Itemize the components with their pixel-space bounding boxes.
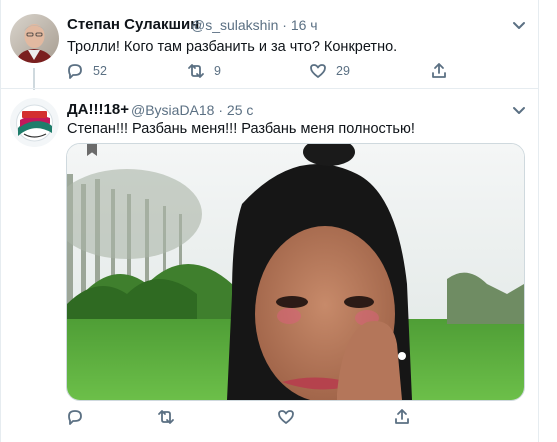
separator-dot: · [218,102,224,118]
reply-button[interactable] [66,408,84,426]
tweet-divider [1,88,538,89]
display-name[interactable]: Степан Сулакшин [67,16,199,33]
timestamp[interactable]: 25 с [227,102,253,118]
like-button[interactable] [277,408,295,426]
thread-connector [33,68,35,90]
more-options-button[interactable] [511,102,527,118]
timeline-left-border [0,0,1,442]
reply-icon [68,64,82,79]
retweet-button[interactable]: 9 [187,62,221,80]
chevron-down-icon [513,22,525,29]
display-name[interactable]: ДА!!!18+ [67,101,129,118]
like-icon [310,64,326,78]
retweet-icon [158,410,174,424]
page-scrollbar[interactable] [539,0,557,442]
like-button[interactable]: 29 [309,62,350,80]
timestamp[interactable]: 16 ч [291,17,318,33]
share-button[interactable] [393,408,411,426]
media-photo [67,144,524,400]
share-icon [432,63,446,78]
like-icon [278,410,294,424]
reply-icon [68,410,82,425]
share-icon [395,409,409,424]
avatar[interactable] [10,14,59,63]
handle[interactable]: @BysiaDA18 · 25 с [131,102,253,118]
retweet-button[interactable] [157,408,175,426]
handle-text[interactable]: @BysiaDA18 [131,102,214,118]
share-button[interactable] [430,62,448,80]
separator-dot: · [282,17,287,33]
handle-text[interactable]: @s_sulakshin [191,17,278,33]
avatar[interactable] [10,98,59,147]
chevron-down-icon [513,107,525,114]
retweet-count: 9 [214,64,221,78]
more-options-button[interactable] [511,17,527,33]
retweet-icon [188,64,204,78]
handle[interactable]: @s_sulakshin · 16 ч [191,17,318,33]
tweet-text: Степан!!! Разбань меня!!! Разбань меня п… [67,121,415,137]
tweet-media-image[interactable] [66,143,525,401]
reply-button[interactable]: 52 [66,62,107,80]
tweet-text: Тролли! Кого там разбанить и за что? Кон… [67,39,398,55]
reply-count: 52 [93,64,107,78]
like-count: 29 [336,64,350,78]
